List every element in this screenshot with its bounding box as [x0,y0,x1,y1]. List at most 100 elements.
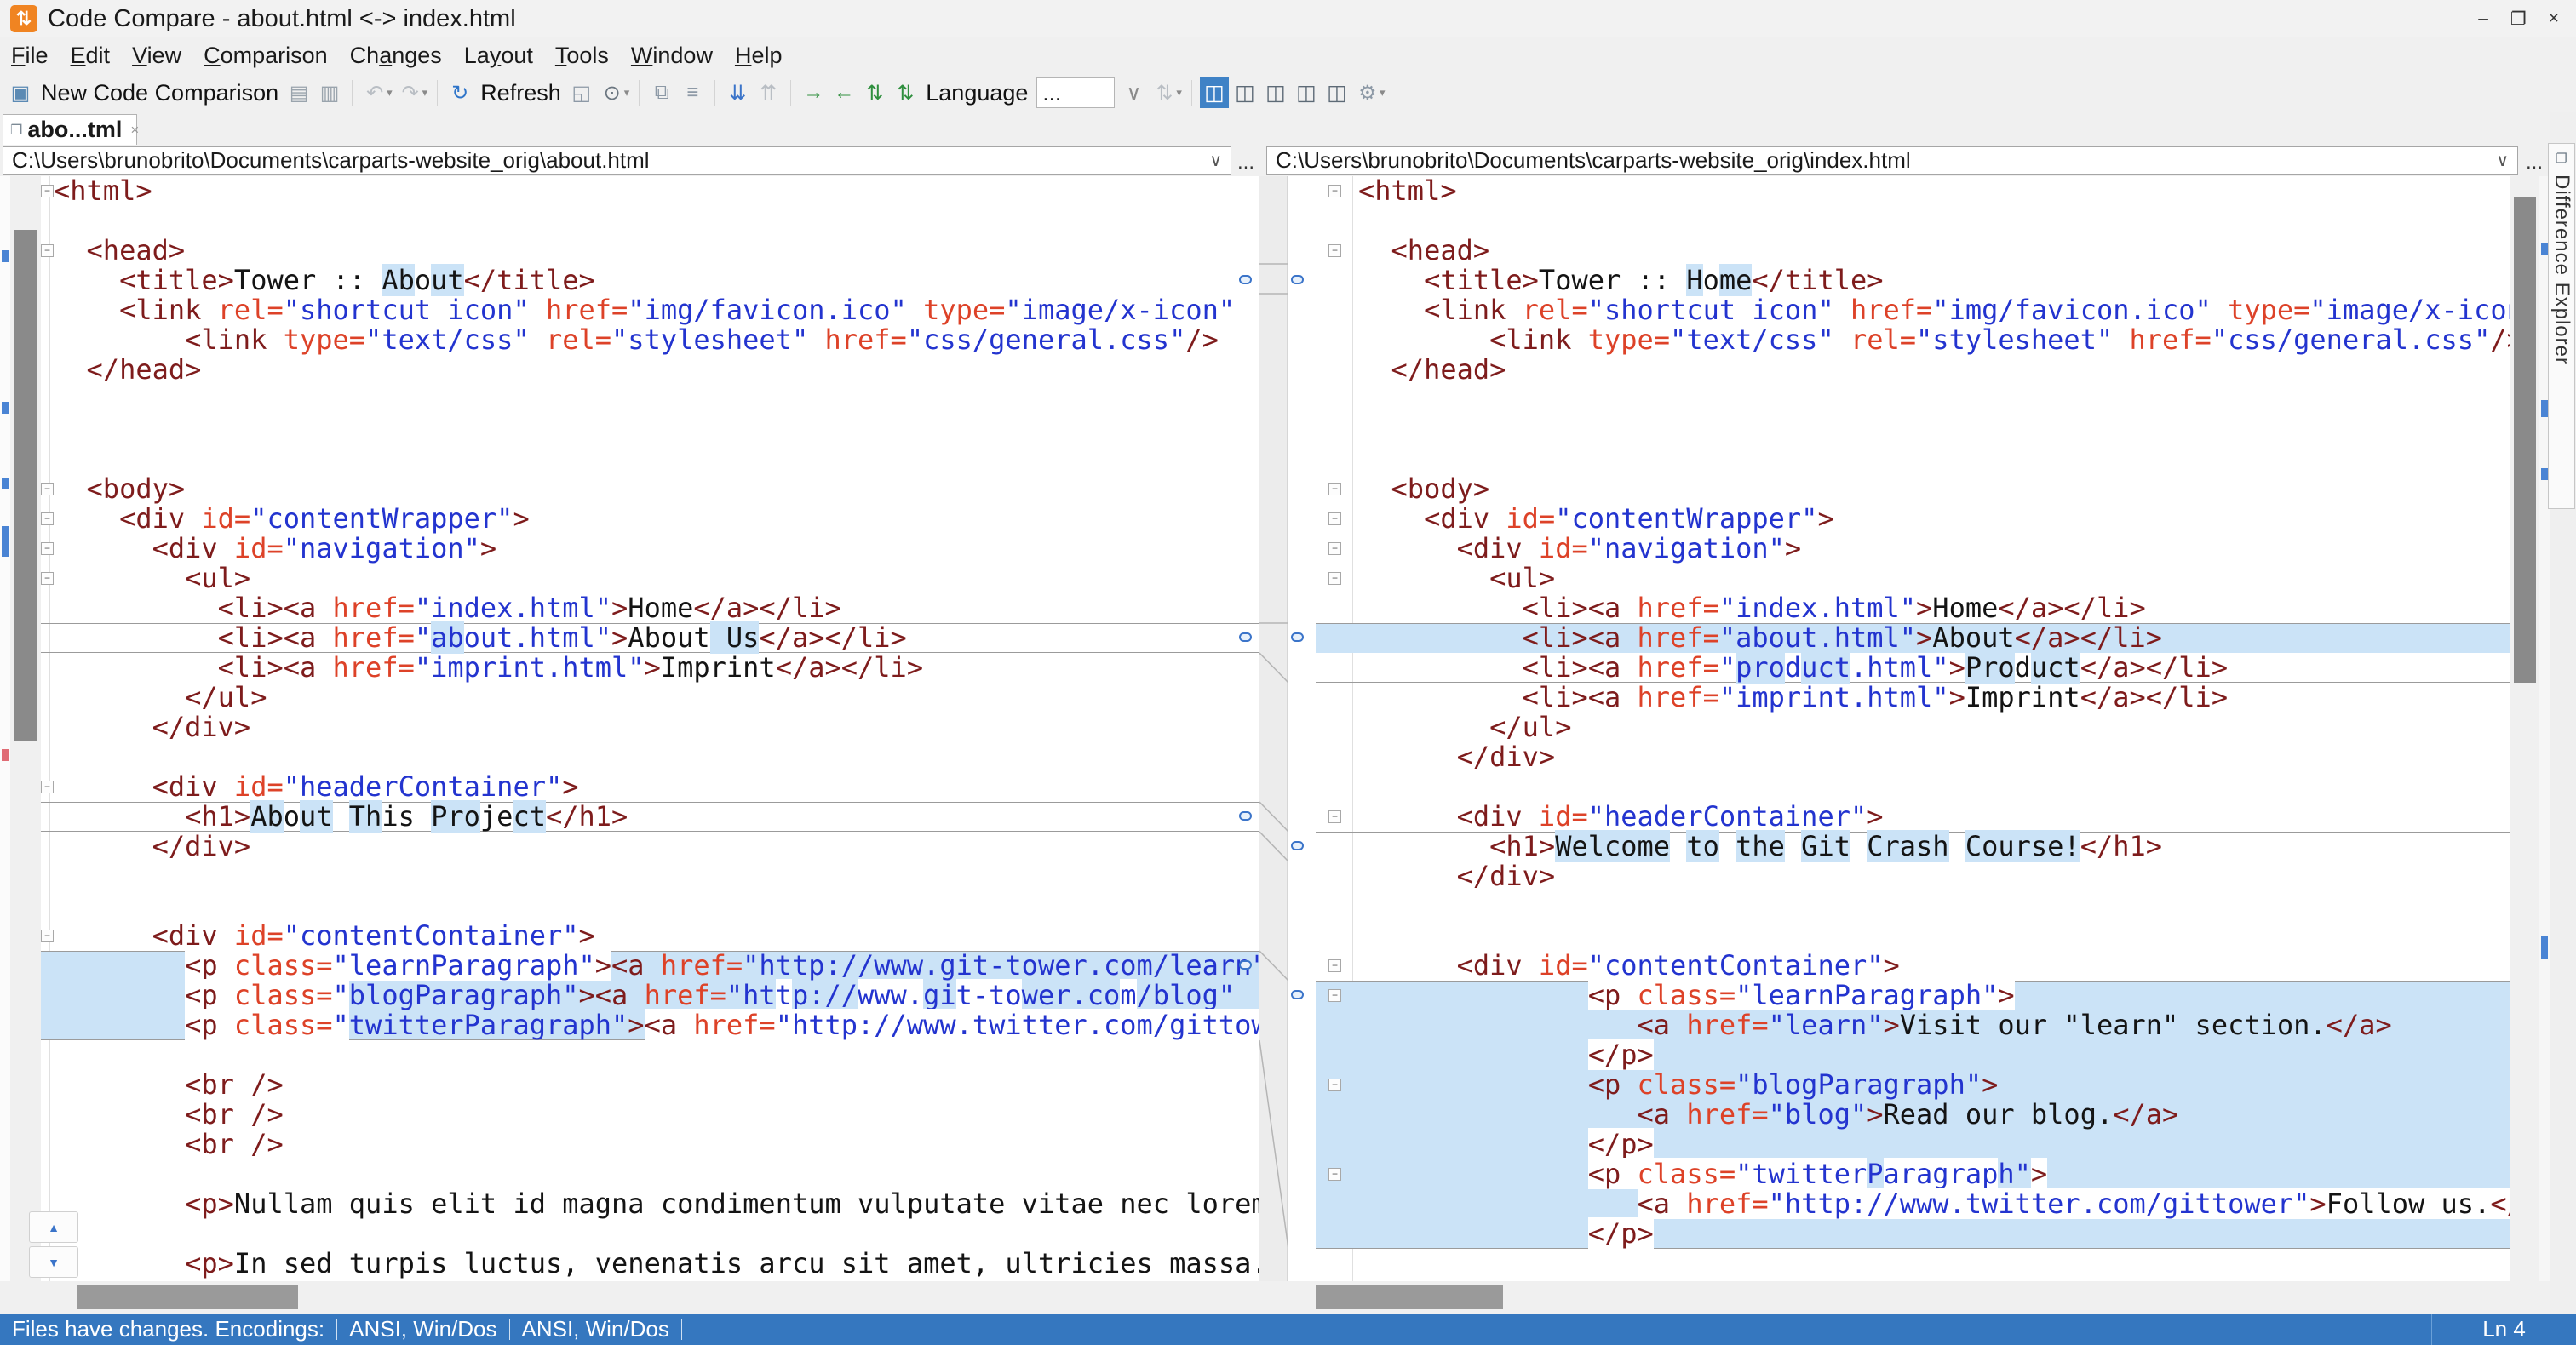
right-file-path-combo[interactable]: C:\Users\brunobrito\Documents\carparts-w… [1266,146,2518,175]
code-line[interactable] [1316,444,2510,474]
code-line[interactable] [1316,1249,2510,1279]
menu-edit[interactable]: Edit [60,43,122,69]
left-vertical-scrollbar[interactable] [10,176,41,1281]
collapse-icon[interactable]: − [1328,542,1341,555]
sync-scroll-icon[interactable]: ⇅ [1150,77,1179,109]
chevron-down-icon[interactable]: ∨ [2496,150,2509,171]
find-icon[interactable]: ⊙ [598,77,627,109]
code-line[interactable]: <li><a href="imprint.html">Imprint</a></… [41,653,1259,683]
redo-icon[interactable]: ↷ [396,77,425,109]
right-horizontal-scrollbar-thumb[interactable] [1316,1285,1503,1309]
change-marker-icon[interactable] [2,749,9,761]
pane-splitter[interactable] [1259,176,1288,1281]
code-line[interactable]: − <div id="navigation"> [41,534,1259,564]
language-drop-icon[interactable]: ∨ [1119,77,1148,109]
collapse-icon[interactable]: − [1328,483,1341,495]
menu-changes[interactable]: Changes [339,43,453,69]
code-line[interactable] [1316,772,2510,802]
tab-close-icon[interactable]: × [130,122,139,139]
difference-marker-icon[interactable] [1239,275,1252,284]
right-code-content[interactable]: − <html> − <head> <title>Tower :: Home</ti… [1291,176,2510,1281]
menu-comparison[interactable]: Comparison [192,43,339,69]
code-line[interactable]: − <html> [1316,176,2510,206]
minimize-button[interactable]: – [2478,9,2488,30]
collapse-icon[interactable]: − [1328,959,1341,972]
code-line[interactable]: − <div id="contentContainer"> [41,921,1259,951]
new-comparison-label[interactable]: New Code Comparison [41,80,278,106]
menu-window[interactable]: Window [620,43,724,69]
code-line[interactable] [41,206,1259,236]
code-line[interactable]: − <div id="headerContainer"> [1316,802,2510,832]
code-line[interactable]: </ul> [41,683,1259,713]
merge-left-icon[interactable]: ← [829,77,858,109]
code-line[interactable]: − <body> [41,474,1259,504]
change-marker-icon[interactable] [2,478,9,489]
code-line[interactable]: </ul> [1316,713,2510,742]
difference-explorer-tab[interactable]: ❐ Difference Explorer [2548,143,2575,509]
code-line[interactable]: <li><a href="about.html">About Us</a></l… [41,621,1259,654]
left-overview-ruler[interactable] [0,176,10,1281]
code-line[interactable]: <a href="learn">Visit our "learn" sectio… [1316,1010,2510,1040]
menu-tools[interactable]: Tools [544,43,620,69]
right-code-pane[interactable]: − <html> − <head> <title>Tower :: Home</ti… [1288,176,2510,1281]
code-line[interactable]: <li><a href="index.html">Home</a></li> [1316,593,2510,623]
code-line[interactable] [1316,891,2510,921]
code-line[interactable]: <title>Tower :: Home</title> [1291,264,2510,296]
difference-marker-icon[interactable] [1291,990,1304,999]
difference-marker-icon[interactable] [1291,632,1304,642]
code-line[interactable]: <title>Tower :: About</title> [41,264,1259,296]
collapse-icon[interactable]: − [1328,810,1341,823]
collapse-icon[interactable]: − [1328,1079,1341,1091]
right-browse-button[interactable]: ... [2522,146,2546,175]
next-difference-icon[interactable]: ⇊ [723,77,752,109]
dropdown-arrow-icon[interactable]: ▾ [1380,86,1386,100]
difference-marker-icon[interactable] [1239,960,1252,970]
refresh-icon[interactable]: ↻ [445,77,474,109]
left-browse-button[interactable]: ... [1234,146,1258,175]
code-line[interactable] [41,1159,1259,1189]
code-line[interactable] [1316,921,2510,951]
new-comparison-icon[interactable]: ▣ [6,77,35,109]
collapse-icon[interactable]: − [41,483,54,495]
previous-difference-button[interactable]: ▲ [29,1211,78,1243]
code-line[interactable]: − <p class="learnParagraph"> [1291,979,2510,1011]
difference-marker-icon[interactable] [1239,811,1252,821]
chevron-down-icon[interactable]: ∨ [1209,150,1222,171]
dropdown-arrow-icon[interactable]: ▾ [387,86,393,100]
code-line[interactable] [41,861,1259,891]
collapse-icon[interactable]: − [41,781,54,793]
code-line[interactable] [41,1040,1259,1070]
code-line[interactable] [41,1219,1259,1249]
code-line[interactable]: − <ul> [41,564,1259,593]
refresh-label[interactable]: Refresh [480,80,561,106]
settings-gear-icon[interactable]: ⚙ [1353,77,1382,109]
copy-result-icon[interactable]: ⧉ [647,77,676,109]
left-vertical-scrollbar-thumb[interactable] [14,230,37,741]
code-line[interactable]: <p class="learnParagraph"><a href="http:… [41,949,1259,982]
compare-windows-icon[interactable]: ◱ [567,77,596,109]
collapse-icon[interactable]: − [41,185,54,197]
collapse-icon[interactable]: − [41,572,54,585]
left-horizontal-scrollbar[interactable] [0,1281,1259,1314]
code-line[interactable]: </head> [41,355,1259,385]
change-marker-icon[interactable] [2541,936,2548,959]
layout-top-bottom-button[interactable]: ◫ [1292,77,1321,108]
collapse-icon[interactable]: − [1328,989,1341,1002]
change-marker-icon[interactable] [2,402,9,414]
layout-unified-button[interactable]: ◫ [1322,77,1351,108]
code-line[interactable]: <li><a href="product.html">Product</a></… [1316,651,2510,684]
layout-right-only-button[interactable]: ◫ [1261,77,1290,108]
left-file-path-combo[interactable]: C:\Users\brunobrito\Documents\carparts-w… [3,146,1231,175]
code-line[interactable]: − <head> [41,236,1259,266]
code-line[interactable] [41,742,1259,772]
undo-icon[interactable]: ↶ [360,77,389,109]
code-line[interactable]: </div> [1316,861,2510,891]
layout-side-by-side-button[interactable]: ◫ [1199,77,1229,108]
merge-all-left-icon[interactable]: ⇅ [891,77,920,109]
code-line[interactable]: − <div id="headerContainer"> [41,772,1259,802]
layout-left-only-button[interactable]: ◫ [1231,77,1259,108]
code-line[interactable]: − <div id="contentContainer"> [1316,951,2510,981]
left-horizontal-scrollbar-thumb[interactable] [77,1285,298,1309]
word-wrap-icon[interactable]: ≡ [678,77,707,109]
code-line[interactable]: </p> [1316,1039,2510,1071]
